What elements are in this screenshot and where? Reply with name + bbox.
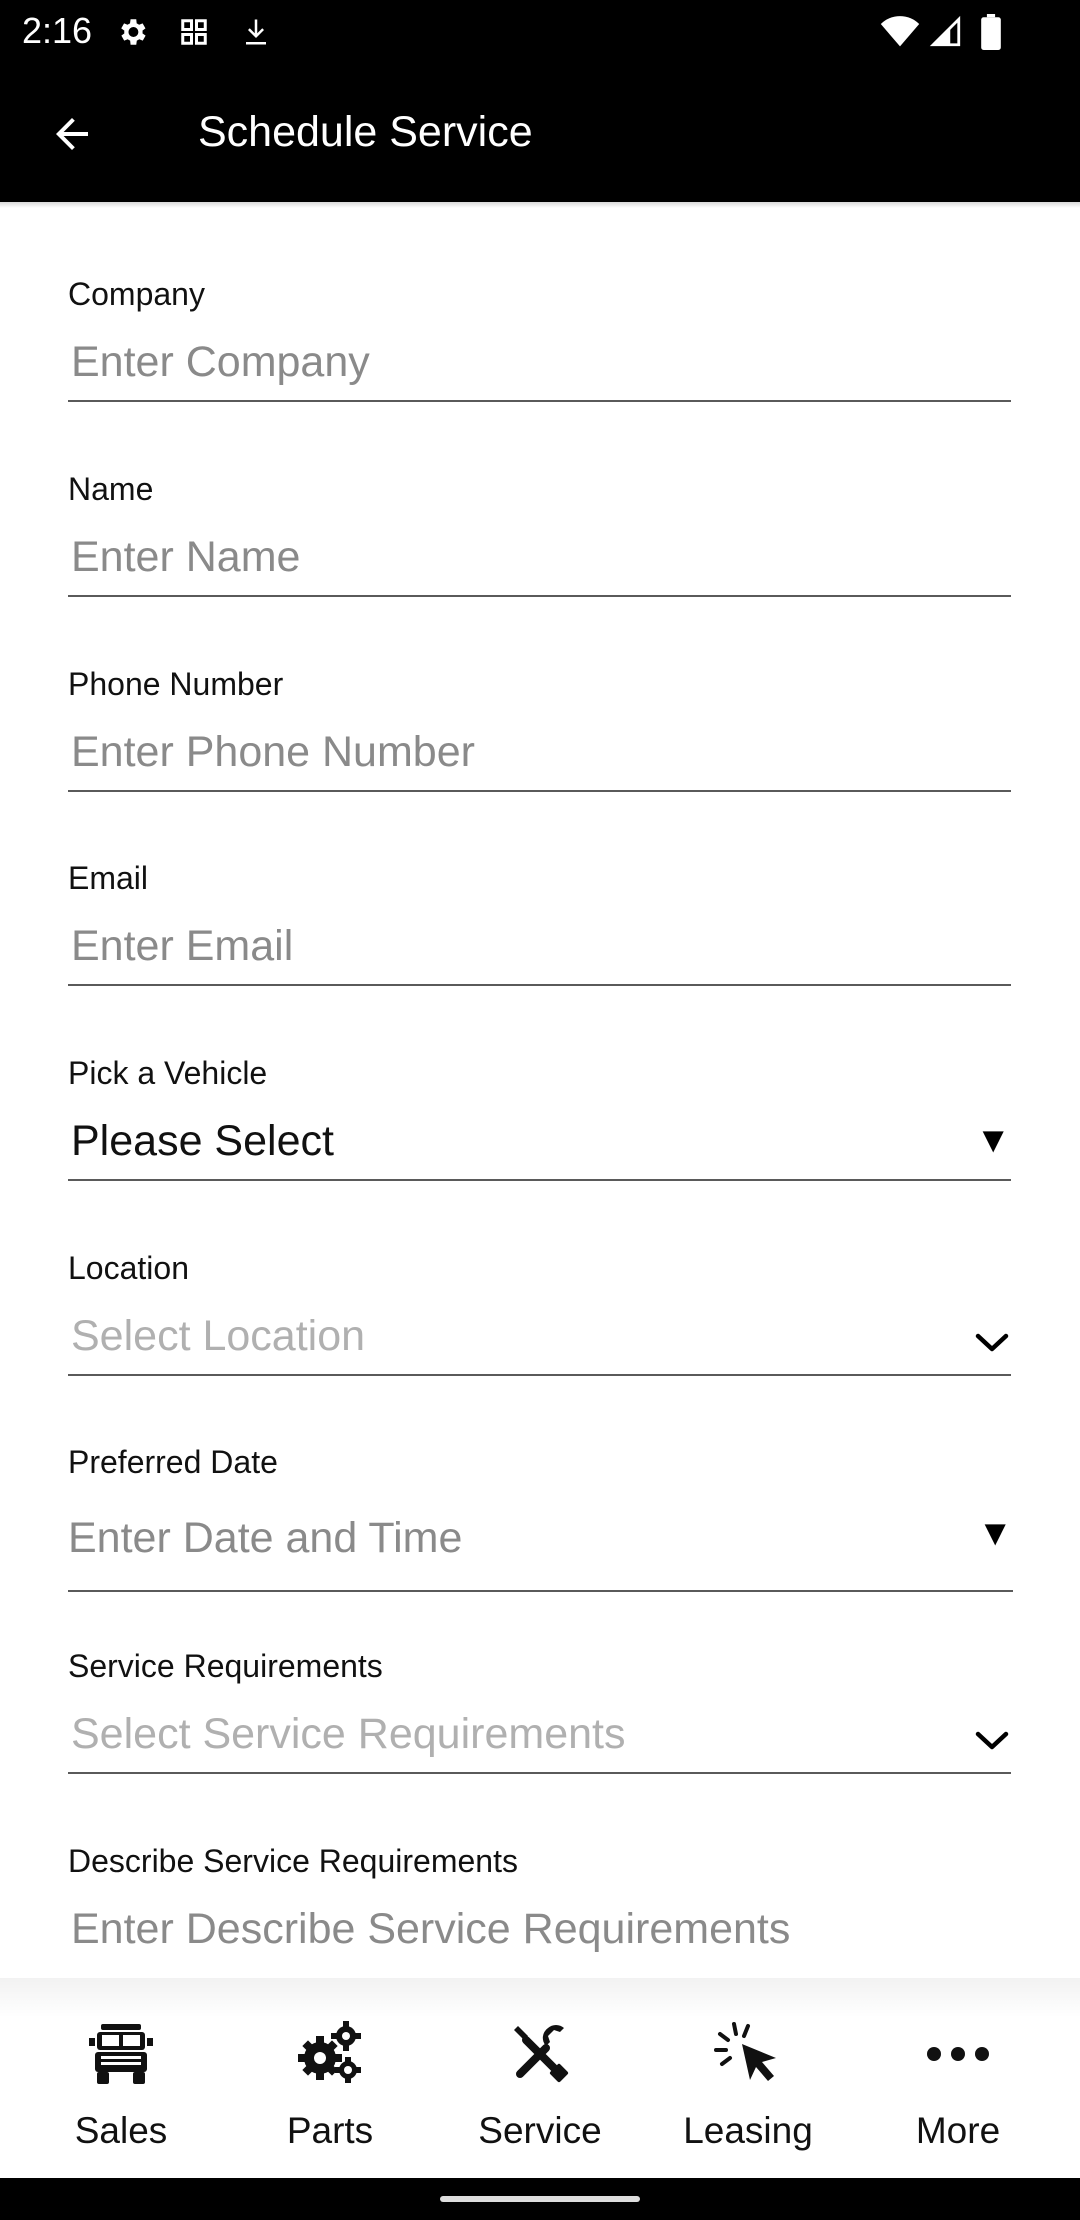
home-gesture-handle[interactable] (440, 2196, 640, 2202)
describe-field[interactable]: Describe Service Requirements Enter Desc… (68, 1843, 1011, 1969)
phone-underline (68, 790, 1011, 792)
chevron-down-icon (975, 1731, 1009, 1750)
status-time: 2:16 (22, 10, 93, 51)
company-label: Company (68, 276, 205, 312)
email-underline (68, 984, 1011, 986)
back-button[interactable] (40, 102, 104, 166)
page-title: Schedule Service (198, 108, 533, 156)
service-requirements-field[interactable]: Service Requirements Select Service Requ… (68, 1648, 1011, 1774)
nav-label-more: More (915, 2110, 1001, 2151)
preferred-date-input[interactable]: Enter Date and Time (68, 1514, 462, 1563)
vehicle-field[interactable]: Pick a Vehicle Please Select ▼ (68, 1055, 1011, 1181)
truck-icon (89, 2024, 153, 2084)
chevron-down-icon (975, 1333, 1009, 1352)
preferred-date-label: Preferred Date (68, 1444, 278, 1480)
nav-label-leasing: Leasing (683, 2110, 813, 2151)
email-field[interactable]: Email Enter Email (68, 860, 1011, 986)
arrow-left-icon (56, 118, 88, 150)
phone-field[interactable]: Phone Number Enter Phone Number (68, 666, 1011, 792)
phone-input[interactable]: Enter Phone Number (71, 728, 475, 777)
vehicle-select[interactable]: Please Select (71, 1117, 334, 1166)
gear-icon (114, 14, 150, 50)
download-icon (238, 14, 274, 50)
location-select[interactable]: Select Location (71, 1312, 365, 1361)
nav-label-parts: Parts (286, 2110, 374, 2151)
vehicle-underline (68, 1179, 1011, 1181)
service-requirements-select[interactable]: Select Service Requirements (71, 1710, 625, 1759)
grid-icon (176, 14, 212, 50)
company-field[interactable]: Company Enter Company (68, 276, 1011, 402)
name-underline (68, 595, 1011, 597)
app-bar: Schedule Service (0, 64, 1080, 202)
cursor-click-icon (714, 2022, 776, 2081)
name-input[interactable]: Enter Name (71, 533, 300, 582)
location-field[interactable]: Location Select Location (68, 1250, 1011, 1376)
bottom-nav-shadow (0, 1978, 1080, 2018)
dropdown-triangle-icon: ▼ (975, 1119, 1011, 1160)
preferred-date-underline (68, 1590, 1013, 1592)
wifi-icon (880, 14, 920, 50)
company-input[interactable]: Enter Company (71, 338, 370, 387)
location-label: Location (68, 1250, 189, 1286)
gesture-bar (0, 2178, 1080, 2220)
preferred-date-field[interactable]: Preferred Date Enter Date and Time ▼ (68, 1444, 1013, 1592)
schedule-service-form: Company Enter Company Name Enter Name Ph… (0, 208, 1080, 1978)
email-label: Email (68, 860, 149, 896)
vehicle-label: Pick a Vehicle (68, 1055, 268, 1091)
service-requirements-label: Service Requirements (68, 1648, 383, 1684)
describe-label: Describe Service Requirements (68, 1843, 518, 1879)
gears-icon (298, 2021, 361, 2083)
service-requirements-underline (68, 1772, 1011, 1774)
status-bar: 2:16 (0, 0, 1080, 64)
name-field[interactable]: Name Enter Name (68, 471, 1011, 597)
tools-icon (514, 2024, 569, 2083)
email-input[interactable]: Enter Email (71, 922, 293, 971)
location-underline (68, 1374, 1011, 1376)
more-dots-icon (927, 2047, 989, 2061)
dropdown-triangle-icon: ▼ (977, 1512, 1013, 1553)
battery-icon (974, 14, 1008, 50)
describe-input[interactable]: Enter Describe Service Requirements (71, 1905, 790, 1954)
company-underline (68, 400, 1011, 402)
name-label: Name (68, 471, 154, 507)
phone-label: Phone Number (68, 666, 284, 702)
signal-icon (928, 14, 964, 50)
nav-label-service: Service (478, 2110, 602, 2151)
nav-label-sales: Sales (74, 2110, 168, 2151)
